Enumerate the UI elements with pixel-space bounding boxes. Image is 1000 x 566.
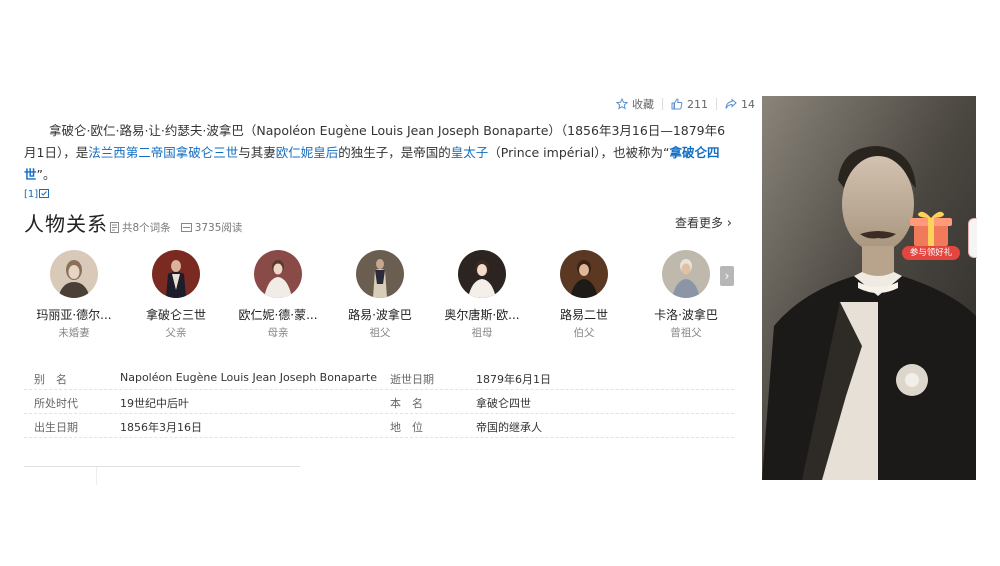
relation-type: 母亲 [267, 327, 289, 339]
relations-title: 人物关系 [24, 212, 108, 236]
link-crown-prince[interactable]: 皇太子 [451, 145, 489, 160]
info-value: 拿破仑四世 [476, 397, 531, 410]
info-row: 别 名 Napoléon Eugène Louis Jean Joseph Bo… [24, 366, 734, 390]
relation-name: 拿破仑三世 [145, 308, 206, 322]
avatar [254, 250, 302, 298]
carousel-next-button[interactable]: › [720, 266, 734, 286]
info-key: 地 位 [390, 421, 423, 434]
relation-name: 卡洛·波拿巴 [654, 308, 718, 322]
relation-name: 欧仁妮·德·蒙... [238, 308, 318, 322]
divider [716, 98, 717, 110]
relation-name: 路易·波拿巴 [348, 308, 412, 322]
link-empress-eugenie[interactable]: 欧仁妮皇后 [276, 145, 339, 160]
stats-bar: 收藏 211 14 [616, 96, 755, 112]
divider [662, 98, 663, 110]
avatar [50, 250, 98, 298]
link-napoleon-iii[interactable]: 拿破仑三世 [176, 145, 239, 160]
summary-text: （Prince impérial），也被称为“ [488, 145, 670, 160]
info-key: 本 名 [390, 397, 423, 410]
avatar [152, 250, 200, 298]
collect-label: 收藏 [632, 98, 654, 111]
info-key: 所处时代 [34, 397, 78, 410]
relation-card[interactable]: 欧仁妮·德·蒙... 母亲 [226, 250, 330, 340]
relations-meta: 共8个词条 3735阅读 [110, 220, 252, 235]
avatar [458, 250, 506, 298]
relation-type: 曾祖父 [670, 327, 702, 339]
chevron-right-icon: › [726, 216, 732, 231]
info-value: 19世纪中后叶 [120, 397, 189, 410]
relations-header: 人物关系 共8个词条 3735阅读 查看更多 › [24, 208, 736, 238]
summary-text: ”。 [36, 167, 56, 182]
relation-type: 祖母 [471, 327, 493, 339]
star-icon [616, 98, 628, 110]
see-more-label: 查看更多 [674, 216, 723, 230]
relation-type: 祖父 [369, 327, 391, 339]
info-value: Napoléon Eugène Louis Jean Joseph Bonapa… [120, 371, 377, 384]
relation-card[interactable]: 玛丽亚·德尔... 未婚妻 [22, 250, 126, 340]
entries-count: 共8个词条 [122, 222, 171, 234]
gift-label: 参与领好礼 [902, 246, 960, 260]
see-more-link[interactable]: 查看更多 › [675, 214, 732, 231]
like-button[interactable]: 211 [671, 98, 708, 111]
relation-name: 奥尔唐斯·欧... [444, 308, 520, 322]
avatar [662, 250, 710, 298]
avatar [560, 250, 608, 298]
share-icon [725, 98, 737, 109]
like-count: 211 [687, 97, 708, 111]
divider [96, 467, 97, 485]
citation-icon [39, 189, 50, 198]
relation-card[interactable]: 路易二世 伯父 [532, 250, 636, 340]
info-row: 出生日期 1856年3月16日 地 位 帝国的继承人 [24, 414, 734, 438]
summary-text: 的独生子，是帝国的 [338, 145, 451, 160]
info-value: 帝国的继承人 [476, 421, 542, 434]
relation-card[interactable]: 路易·波拿巴 祖父 [328, 250, 432, 340]
portrait-image [762, 96, 976, 480]
bottom-tab-bar [24, 466, 300, 485]
basic-info-table: 别 名 Napoléon Eugène Louis Jean Joseph Bo… [24, 366, 734, 438]
document-icon [110, 222, 119, 233]
summary-text: 与其妻 [238, 145, 276, 160]
citation-link[interactable]: [1] [24, 189, 38, 200]
relation-card[interactable]: 拿破仑三世 父亲 [124, 250, 228, 340]
info-value: 1879年6月1日 [476, 373, 551, 386]
relation-name: 路易二世 [559, 308, 608, 322]
chevron-right-icon: › [724, 269, 730, 283]
info-key: 别 名 [34, 373, 67, 386]
reads-count: 3735阅读 [194, 222, 243, 234]
info-key: 出生日期 [34, 421, 78, 434]
collect-button[interactable]: 收藏 [616, 96, 654, 112]
relations-carousel: 玛丽亚·德尔... 未婚妻 拿破仑三世 父亲 欧仁妮·德·蒙... 母亲 路易·… [22, 250, 734, 340]
side-tab[interactable] [968, 218, 977, 258]
eye-icon [180, 223, 192, 232]
relation-card[interactable]: 卡洛·波拿巴 曾祖父 [634, 250, 738, 340]
relation-type: 伯父 [573, 327, 595, 339]
gift-icon [910, 211, 952, 246]
share-count: 14 [741, 97, 755, 111]
info-row: 所处时代 19世纪中后叶 本 名 拿破仑四世 [24, 390, 734, 414]
link-second-empire[interactable]: 法兰西第二帝国 [88, 145, 176, 160]
info-key: 逝世日期 [390, 373, 434, 386]
gift-badge[interactable]: 参与领好礼 [900, 208, 962, 264]
relation-type: 未婚妻 [58, 327, 90, 339]
share-button[interactable]: 14 [725, 98, 755, 111]
thumbs-up-icon [671, 98, 683, 110]
relation-card[interactable]: 奥尔唐斯·欧... 祖母 [430, 250, 534, 340]
info-value: 1856年3月16日 [120, 421, 202, 434]
relation-type: 父亲 [165, 327, 187, 339]
summary-paragraph: 拿破仑·欧仁·路易·让·约瑟夫·波拿巴（Napoléon Eugène Loui… [24, 120, 736, 206]
avatar [356, 250, 404, 298]
relation-name: 玛丽亚·德尔... [36, 308, 112, 322]
